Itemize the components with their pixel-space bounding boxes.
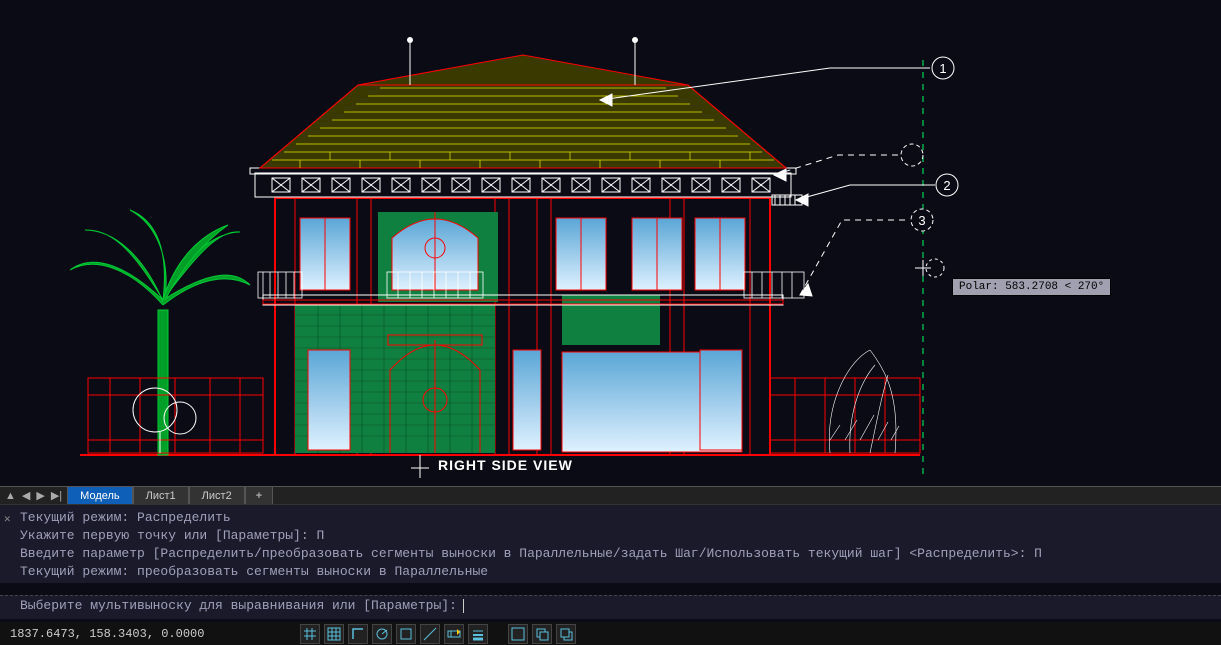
left-fence — [88, 378, 263, 453]
tab-add[interactable]: + — [245, 487, 273, 504]
grid-display-icon[interactable] — [324, 624, 344, 644]
layout-back-icon[interactable] — [532, 624, 552, 644]
lineweight-icon[interactable] — [468, 624, 488, 644]
model-toggle-icon[interactable] — [508, 624, 528, 644]
tab-nav: ▲ ◀ ▶ ▶| — [0, 487, 67, 504]
tab-sheet2[interactable]: Лист2 — [189, 487, 245, 504]
drawing-canvas[interactable]: 1 2 3 RIGHT SIDE VIEW Polar: 583.2708 < … — [0, 0, 1221, 480]
close-icon[interactable]: ✕ — [4, 511, 11, 529]
dyn-input-icon[interactable] — [444, 624, 464, 644]
tab-first-icon[interactable]: ▲ — [2, 490, 19, 502]
tab-next-icon[interactable]: ▶ — [33, 489, 47, 502]
callout-3: 3 — [918, 213, 925, 228]
building — [250, 37, 804, 455]
view-label: RIGHT SIDE VIEW — [438, 457, 573, 473]
palm-tree — [70, 210, 250, 455]
status-tools — [300, 622, 576, 645]
polar-tooltip: Polar: 583.2708 < 270° — [952, 278, 1111, 296]
right-shrub — [829, 350, 899, 453]
coords-readout: 1837.6473, 158.3403, 0.0000 — [10, 627, 204, 641]
right-fence — [770, 378, 920, 453]
status-bar: 1837.6473, 158.3403, 0.0000 — [0, 622, 1221, 645]
tab-model[interactable]: Модель — [67, 487, 132, 504]
cmdhist-line: Укажите первую точку или [Параметры]: П — [20, 527, 1201, 545]
tab-prev-icon[interactable]: ◀ — [19, 489, 33, 502]
command-line[interactable]: Выберите мультивыноску для выравнивания … — [0, 595, 1221, 619]
cmdhist-line: Текущий режим: преобразовать сегменты вы… — [20, 563, 1201, 581]
cmdhist-line: Текущий режим: Распределить — [20, 509, 1201, 527]
cmdhist-line: Введите параметр [Распределить/преобразо… — [20, 545, 1201, 563]
callout-1: 1 — [939, 61, 946, 76]
tab-last-icon[interactable]: ▶| — [48, 489, 65, 502]
callout-2: 2 — [943, 178, 950, 193]
ortho-icon[interactable] — [348, 624, 368, 644]
command-prompt: Выберите мультивыноску для выравнивания … — [20, 598, 457, 613]
osnap-icon[interactable] — [396, 624, 416, 644]
polar-icon[interactable] — [372, 624, 392, 644]
tab-sheet1[interactable]: Лист1 — [133, 487, 189, 504]
layout-front-icon[interactable] — [556, 624, 576, 644]
command-history: ✕ Текущий режим: Распределить Укажите пе… — [0, 504, 1221, 583]
snap-grid-icon[interactable] — [300, 624, 320, 644]
layout-tabs: ▲ ◀ ▶ ▶| Модель Лист1 Лист2 + — [0, 486, 1221, 504]
otrack-icon[interactable] — [420, 624, 440, 644]
